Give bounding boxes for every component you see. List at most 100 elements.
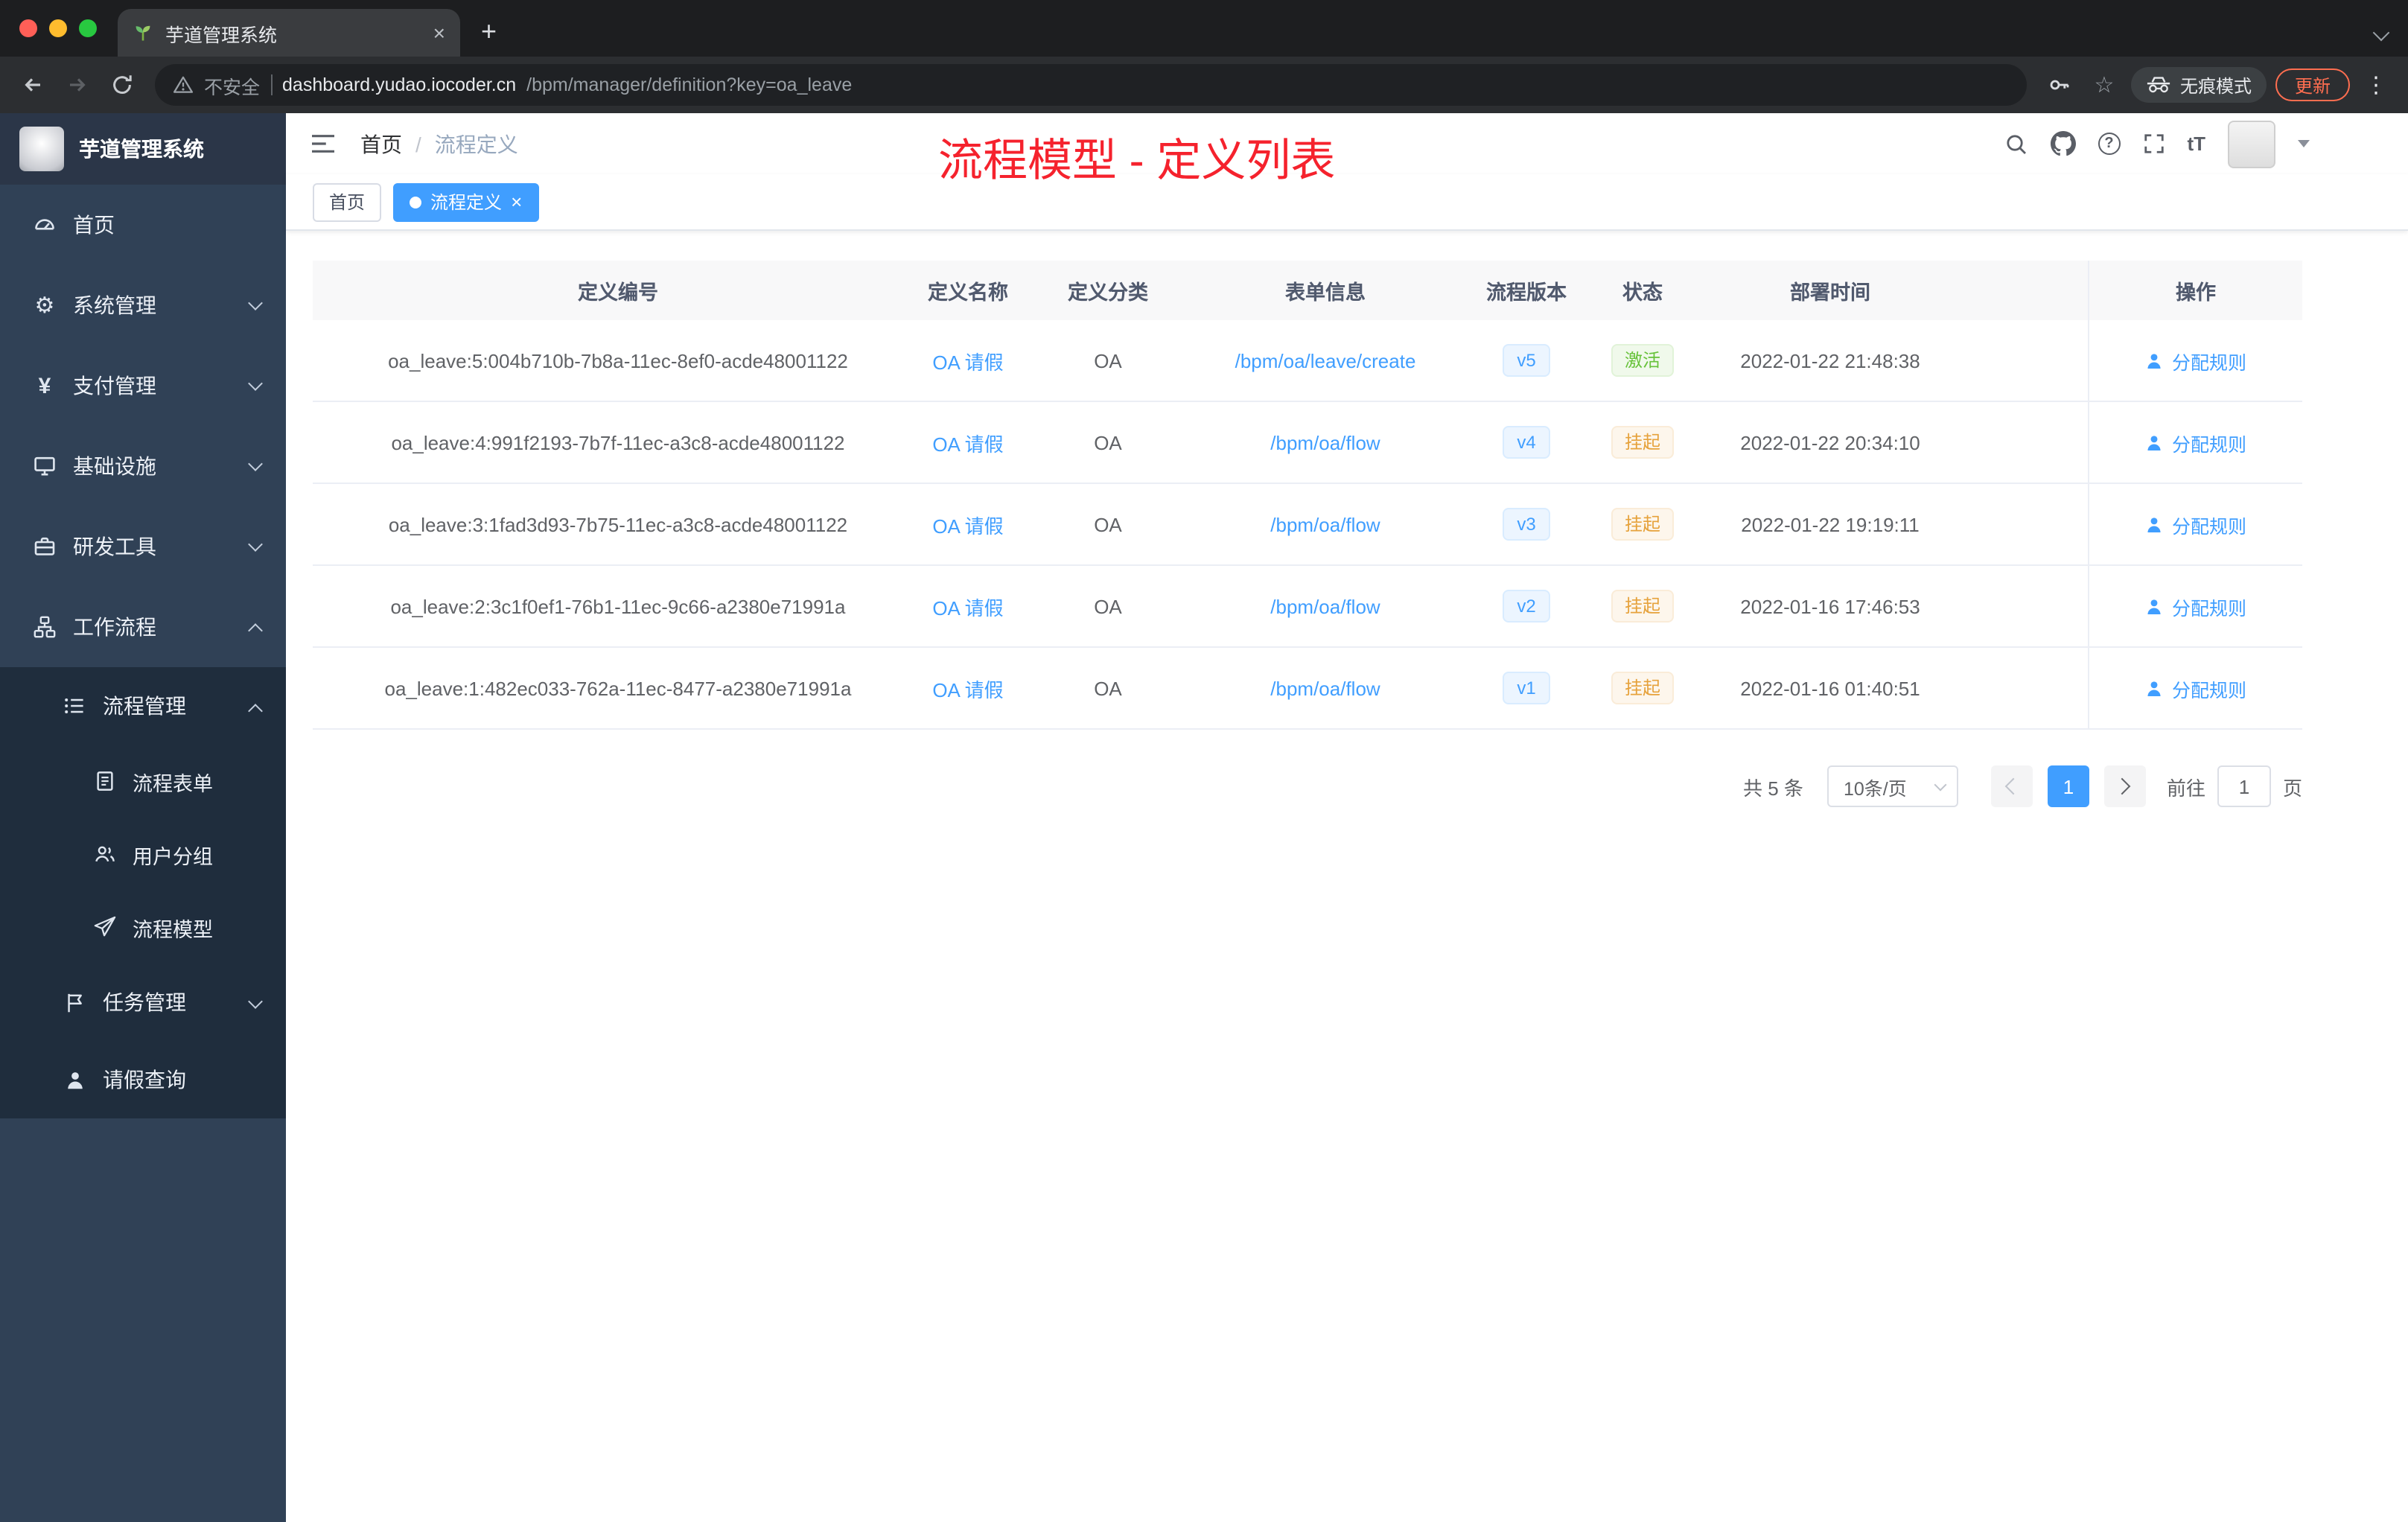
table-row: oa_leave:3:1fad3d93-7b75-11ec-a3c8-acde4… bbox=[313, 484, 2302, 566]
tag-home[interactable]: 首页 bbox=[313, 182, 382, 221]
minimize-window-button[interactable] bbox=[49, 19, 67, 37]
sidebar-item-payment[interactable]: ¥ 支付管理 bbox=[0, 346, 286, 426]
sidebar-item-label: 流程管理 bbox=[103, 694, 186, 718]
status-badge: 激活 bbox=[1611, 344, 1674, 377]
pagination: 共 5 条 10条/页 1 前往 页 bbox=[313, 765, 2302, 807]
key-icon[interactable] bbox=[2042, 67, 2077, 103]
assign-rule-link[interactable]: 分配规则 bbox=[2145, 428, 2246, 456]
new-tab-button[interactable]: + bbox=[460, 18, 517, 57]
breadcrumb-home[interactable]: 首页 bbox=[360, 129, 402, 159]
address-bar[interactable]: 不安全 dashboard.yudao.iocoder.cn /bpm/mana… bbox=[155, 64, 2027, 106]
fullscreen-icon[interactable] bbox=[2142, 133, 2165, 155]
assign-rule-link[interactable]: 分配规则 bbox=[2145, 592, 2246, 620]
screen: 芋道管理系统 × + 不安全 dashboard.yudao.iocoder.c… bbox=[0, 0, 2408, 1522]
definition-id: oa_leave:4:991f2193-7b7f-11ec-a3c8-acde4… bbox=[391, 431, 845, 453]
url-host: dashboard.yudao.iocoder.cn bbox=[282, 74, 517, 95]
sidebar-menu: 首页 ⚙ 系统管理 ¥ 支付管理 基础设施 研发工具 工作流程 流程管理 流程表… bbox=[0, 185, 286, 1118]
close-window-button[interactable] bbox=[19, 19, 37, 37]
assign-rule-label: 分配规则 bbox=[2171, 598, 2246, 619]
assign-rule-link[interactable]: 分配规则 bbox=[2145, 674, 2246, 702]
filler-cell bbox=[1981, 648, 2088, 728]
list-icon bbox=[63, 694, 86, 718]
col-form-info: 表单信息 bbox=[1285, 281, 1366, 304]
form-link[interactable]: /bpm/oa/flow bbox=[1270, 595, 1380, 617]
form-link[interactable]: /bpm/oa/flow bbox=[1270, 431, 1380, 453]
avatar-caret-icon[interactable] bbox=[2298, 140, 2310, 147]
forward-button[interactable] bbox=[60, 67, 95, 103]
sidebar-item-label: 支付管理 bbox=[73, 374, 156, 398]
sidebar-item-home[interactable]: 首页 bbox=[0, 185, 286, 265]
sidebar-collapse-icon[interactable] bbox=[310, 133, 337, 155]
security-warning-icon bbox=[173, 76, 194, 93]
chrome-update-button[interactable]: 更新 bbox=[2275, 69, 2350, 101]
form-link[interactable]: /bpm/oa/flow bbox=[1270, 513, 1380, 535]
tag-process-definition[interactable]: 流程定义 × bbox=[393, 182, 539, 221]
tab-title: 芋道管理系统 bbox=[165, 25, 278, 45]
annotation-text: 流程模型 - 定义列表 bbox=[938, 137, 1336, 186]
sidebar-item-devtools[interactable]: 研发工具 bbox=[0, 506, 286, 587]
breadcrumb-separator: / bbox=[415, 132, 421, 156]
definition-name-link[interactable]: OA 请假 bbox=[932, 674, 1003, 702]
back-button[interactable] bbox=[15, 67, 51, 103]
avatar[interactable] bbox=[2228, 120, 2275, 168]
status-badge: 挂起 bbox=[1611, 590, 1674, 623]
breadcrumb-current: 流程定义 bbox=[434, 132, 518, 156]
sidebar-item-user-group[interactable]: 用户分组 bbox=[0, 818, 286, 891]
definition-name-link[interactable]: OA 请假 bbox=[932, 510, 1003, 538]
definition-category: OA bbox=[1094, 513, 1122, 535]
browser-tab[interactable]: 芋道管理系统 × bbox=[118, 9, 460, 57]
flag-icon bbox=[63, 990, 86, 1014]
sidebar-item-process-form[interactable]: 流程表单 bbox=[0, 745, 286, 818]
definition-id: oa_leave:1:482ec033-762a-11ec-8477-a2380… bbox=[384, 677, 852, 699]
prev-page-button[interactable] bbox=[1990, 765, 2033, 807]
browser-menu-icon[interactable]: ⋮ bbox=[2359, 71, 2393, 98]
version-badge: v3 bbox=[1502, 508, 1551, 541]
person-icon bbox=[2148, 517, 2162, 532]
sidebar-item-system[interactable]: ⚙ 系统管理 bbox=[0, 265, 286, 346]
goto-page-input[interactable] bbox=[2217, 765, 2271, 807]
sidebar-item-task-management[interactable]: 任务管理 bbox=[0, 964, 286, 1041]
sidebar-item-leave-query[interactable]: 请假查询 bbox=[0, 1041, 286, 1118]
chevron-down-icon bbox=[248, 296, 263, 311]
bookmark-star-icon[interactable]: ☆ bbox=[2086, 67, 2122, 103]
definition-name-link[interactable]: OA 请假 bbox=[932, 346, 1003, 375]
tag-close-icon[interactable]: × bbox=[511, 192, 522, 211]
page-size-select[interactable]: 10条/页 bbox=[1826, 765, 1958, 807]
zoom-window-button[interactable] bbox=[79, 19, 97, 37]
deploy-time: 2022-01-22 20:34:10 bbox=[1740, 431, 1920, 453]
definition-name-link[interactable]: OA 请假 bbox=[932, 592, 1003, 620]
definition-name-link[interactable]: OA 请假 bbox=[932, 428, 1003, 456]
github-icon[interactable] bbox=[2050, 131, 2076, 156]
breadcrumb: 首页 / 流程定义 bbox=[360, 129, 518, 159]
filler-cell bbox=[1981, 320, 2088, 401]
sidebar-item-label: 流程模型 bbox=[133, 918, 213, 940]
font-size-icon[interactable]: tT bbox=[2187, 133, 2205, 155]
chevron-down-icon bbox=[248, 537, 263, 552]
form-link[interactable]: /bpm/oa/flow bbox=[1270, 677, 1380, 699]
workflow-icon bbox=[33, 615, 57, 639]
form-link[interactable]: /bpm/oa/leave/create bbox=[1235, 349, 1416, 372]
header-actions: ? tT bbox=[2004, 113, 2310, 174]
page-number-button[interactable]: 1 bbox=[2047, 765, 2089, 807]
sidebar-item-infra[interactable]: 基础设施 bbox=[0, 426, 286, 506]
definition-category: OA bbox=[1094, 595, 1122, 617]
assign-rule-label: 分配规则 bbox=[2171, 516, 2246, 537]
address-divider bbox=[270, 74, 273, 95]
incognito-badge: 无痕模式 bbox=[2130, 67, 2267, 103]
sidebar-item-label: 用户分组 bbox=[133, 845, 213, 867]
version-badge: v2 bbox=[1502, 590, 1551, 623]
assign-rule-link[interactable]: 分配规则 bbox=[2145, 510, 2246, 538]
sidebar-item-process-model[interactable]: 流程模型 bbox=[0, 891, 286, 964]
assign-rule-link[interactable]: 分配规则 bbox=[2145, 346, 2246, 375]
tab-search-chevron-icon[interactable] bbox=[2372, 24, 2390, 42]
sidebar-logo-row[interactable]: 芋道管理系统 bbox=[0, 113, 286, 185]
tab-close-icon[interactable]: × bbox=[433, 22, 445, 43]
next-page-button[interactable] bbox=[2103, 765, 2146, 807]
reload-button[interactable] bbox=[104, 67, 140, 103]
sidebar: 芋道管理系统 首页 ⚙ 系统管理 ¥ 支付管理 基础设施 研发工具 工作流程 流… bbox=[0, 113, 286, 1522]
sidebar-item-process-management[interactable]: 流程管理 bbox=[0, 667, 286, 745]
search-icon[interactable] bbox=[2004, 132, 2028, 156]
version-badge: v5 bbox=[1502, 344, 1551, 377]
sidebar-item-workflow[interactable]: 工作流程 bbox=[0, 587, 286, 667]
help-icon[interactable]: ? bbox=[2098, 133, 2121, 155]
